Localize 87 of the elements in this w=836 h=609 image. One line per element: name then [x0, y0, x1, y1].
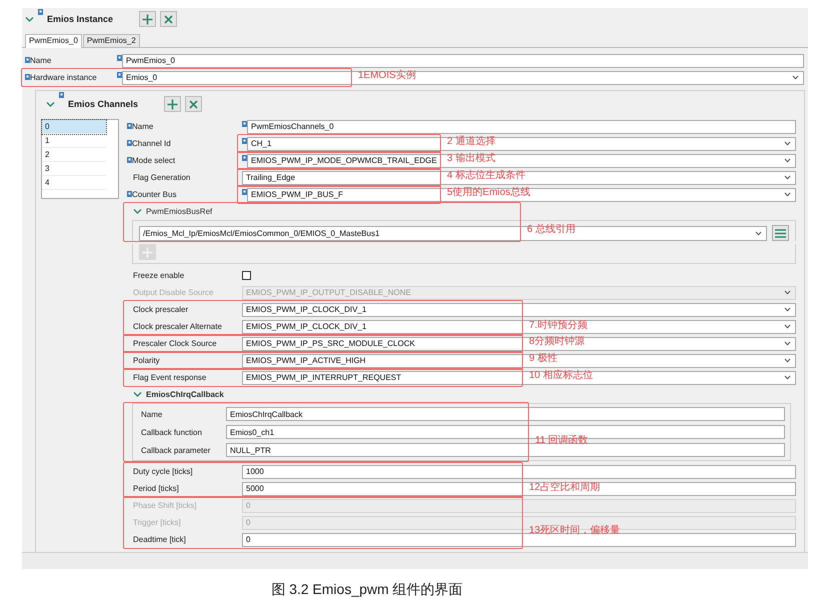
chevron-down-icon[interactable] [25, 16, 34, 22]
flag-icon [59, 92, 64, 98]
annotation-note: 8分频时钟源 [529, 336, 585, 348]
close-icon [164, 14, 174, 24]
field-label: Duty cycle [ticks] [132, 467, 193, 476]
annotation-note: 4 标志位生成条件 [447, 170, 526, 182]
section-title: EmiosChIrqCallback [146, 390, 224, 399]
annotation-note: 3 输出模式 [447, 153, 496, 165]
plus-icon [142, 246, 153, 258]
caret-icon [784, 192, 791, 197]
text-field[interactable]: PwmEmios_0 [122, 54, 804, 68]
flag-icon [117, 72, 122, 78]
field-label: Polarity [132, 356, 160, 365]
field-label: Freeze enable [132, 271, 184, 280]
caret-icon [784, 158, 791, 163]
list-item[interactable]: 3 [42, 162, 106, 176]
text-field[interactable]: 1000 [242, 464, 796, 478]
annotation-note: 9 极性 [529, 353, 558, 365]
caret-icon [784, 290, 791, 295]
dropdown-field[interactable]: EMIOS_PWM_IP_CLOCK_DIV_1 [242, 302, 796, 316]
field-label: Counter Bus [132, 190, 176, 199]
caret-icon [784, 324, 791, 329]
field-label: Mode select [132, 156, 176, 165]
section-title: PwmEmiosBusRef [146, 207, 212, 216]
field-label: Clock prescaler [132, 305, 188, 314]
field-label: Period [ticks] [132, 484, 179, 493]
section-title: Emios Channels [68, 99, 138, 109]
flag-icon [242, 154, 247, 160]
field-label: Prescaler Clock Source [132, 339, 217, 348]
field-label: Flag Event response [132, 373, 206, 382]
tab[interactable]: PwmEmios_0 [25, 34, 82, 48]
caret-icon [784, 341, 791, 346]
field-label: Name [30, 56, 52, 65]
flag-icon [242, 138, 247, 144]
menu-icon [775, 228, 786, 238]
list-item[interactable]: 0 [42, 120, 106, 134]
list-item[interactable]: 1 [42, 134, 106, 148]
checkbox[interactable] [242, 271, 251, 280]
list-item[interactable]: 2 [42, 148, 106, 162]
figure-caption: 图 3.2 Emios_pwm 组件的界面 [270, 581, 464, 599]
caret-icon [792, 75, 799, 80]
caret-icon [784, 307, 791, 312]
annotation-note: 7.时钟预分频 [529, 320, 588, 332]
flag-icon [117, 54, 122, 60]
text-field[interactable]: PwmEmiosChannels_0 [247, 120, 796, 134]
tab[interactable]: PwmEmios_2 [82, 34, 140, 47]
annotation-note: 1EMOIS实例 [358, 70, 416, 82]
flag-icon [242, 188, 247, 194]
remove-button[interactable] [160, 11, 178, 27]
field-label: Name [140, 410, 162, 418]
list-item[interactable]: 4 [42, 176, 106, 190]
field-label: Output Disable Source [132, 288, 214, 297]
menu-button[interactable] [772, 225, 789, 241]
field-label: Deadtime [tick] [132, 535, 186, 544]
annotation-note: 12占空比和周期 [529, 482, 600, 494]
chevron-down-icon[interactable] [133, 208, 142, 215]
field-label: Callback function [140, 428, 202, 436]
field-label: Hardware instance [30, 73, 97, 82]
annotation-note: 6 总线引用 [527, 224, 576, 236]
plus-icon [167, 98, 178, 110]
plus-icon [142, 14, 154, 24]
caret-icon [784, 175, 791, 180]
flag-icon [242, 120, 247, 126]
field-label: Phase Shift [ticks] [132, 501, 197, 510]
field-label: Channel Id [132, 139, 171, 148]
chevron-down-icon[interactable] [46, 100, 55, 108]
add-button[interactable] [139, 11, 156, 27]
field-label: Name [132, 122, 154, 131]
field-label: Trigger [ticks] [132, 518, 181, 527]
chevron-down-icon[interactable] [133, 391, 142, 398]
field-label: Callback parameter [140, 446, 210, 454]
field-label: Flag Generation [132, 173, 190, 182]
caret-icon [784, 141, 791, 146]
remove-button[interactable] [185, 96, 202, 112]
text-field[interactable]: NULL_PTR [226, 443, 785, 457]
text-field[interactable]: EmiosChIrqCallback [226, 407, 785, 421]
add-button[interactable] [164, 96, 182, 112]
field-label: Clock prescaler Alternate [132, 322, 222, 331]
close-icon [189, 100, 198, 108]
section-title: Emios Instance [47, 14, 114, 24]
annotation-note: 10 相应标志位 [529, 370, 593, 382]
caret-icon [784, 358, 791, 363]
caret-icon [755, 230, 762, 236]
annotation-note: 2 通道选择 [447, 136, 496, 148]
caret-icon [784, 375, 791, 380]
flag-icon [38, 9, 43, 15]
annotation-note: 5使用的Emios总线 [447, 187, 530, 199]
